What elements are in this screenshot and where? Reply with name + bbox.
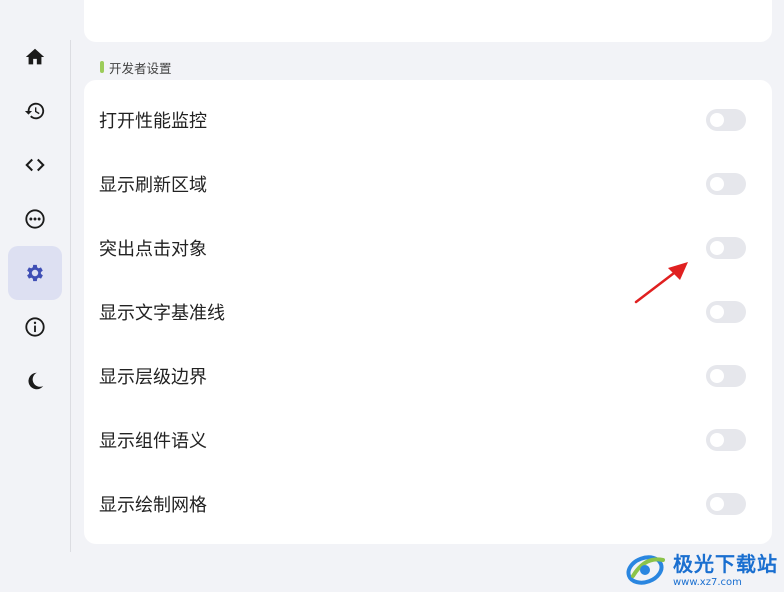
sidebar-item-home[interactable] bbox=[8, 30, 62, 84]
section-header: 开发者设置 bbox=[100, 58, 172, 76]
sidebar-item-about[interactable] bbox=[8, 300, 62, 354]
toggle-knob bbox=[710, 177, 724, 191]
watermark-url: www.xz7.com bbox=[673, 577, 742, 588]
toggle-knob bbox=[710, 305, 724, 319]
sidebar-item-code[interactable] bbox=[8, 138, 62, 192]
setting-label: 突出点击对象 bbox=[99, 239, 207, 260]
setting-label: 显示绘制网格 bbox=[99, 495, 207, 516]
setting-row: 显示组件语义 bbox=[84, 408, 772, 472]
watermark: 极光下载站 www.xz7.com bbox=[625, 548, 778, 588]
setting-label: 显示文字基准线 bbox=[99, 303, 225, 324]
setting-toggle[interactable] bbox=[706, 301, 746, 323]
toggle-knob bbox=[710, 241, 724, 255]
sidebar bbox=[0, 0, 70, 592]
toggle-knob bbox=[710, 113, 724, 127]
setting-toggle[interactable] bbox=[706, 173, 746, 195]
sidebar-divider bbox=[70, 40, 71, 552]
watermark-title: 极光下载站 bbox=[673, 552, 778, 576]
setting-label: 显示刷新区域 bbox=[99, 175, 207, 196]
setting-label: 显示组件语义 bbox=[99, 431, 207, 452]
home-icon bbox=[25, 48, 45, 65]
toggle-knob bbox=[710, 369, 724, 383]
sidebar-item-history[interactable] bbox=[8, 84, 62, 138]
annotation-arrow-icon bbox=[634, 262, 688, 304]
section-title: 开发者设置 bbox=[109, 60, 172, 76]
code-icon bbox=[25, 158, 45, 172]
sidebar-item-theme[interactable] bbox=[8, 354, 62, 408]
toggle-knob bbox=[710, 497, 724, 511]
sidebar-item-more[interactable] bbox=[8, 192, 62, 246]
sidebar-item-settings[interactable] bbox=[8, 246, 62, 300]
developer-settings-card: 打开性能监控 显示刷新区域 突出点击对象 显示文字基准线 显示层级边界 显示组件… bbox=[84, 80, 772, 544]
setting-toggle[interactable] bbox=[706, 365, 746, 387]
setting-row: 显示层级边界 bbox=[84, 344, 772, 408]
setting-row: 显示刷新区域 bbox=[84, 152, 772, 216]
toggle-knob bbox=[710, 433, 724, 447]
setting-label: 显示层级边界 bbox=[99, 367, 207, 388]
setting-label: 打开性能监控 bbox=[99, 111, 207, 132]
watermark-logo-icon bbox=[626, 555, 665, 585]
more-icon bbox=[25, 209, 45, 229]
setting-row: 显示绘制网格 bbox=[84, 472, 772, 536]
setting-toggle[interactable] bbox=[706, 109, 746, 131]
previous-settings-card bbox=[84, 0, 772, 42]
setting-row: 打开性能监控 bbox=[84, 88, 772, 152]
setting-toggle[interactable] bbox=[706, 493, 746, 515]
setting-toggle[interactable] bbox=[706, 429, 746, 451]
history-icon bbox=[24, 102, 45, 120]
moon-icon bbox=[28, 372, 44, 390]
info-icon bbox=[25, 317, 45, 337]
setting-toggle[interactable] bbox=[706, 237, 746, 259]
gear-icon bbox=[27, 264, 43, 282]
section-accent-bar bbox=[100, 61, 104, 73]
